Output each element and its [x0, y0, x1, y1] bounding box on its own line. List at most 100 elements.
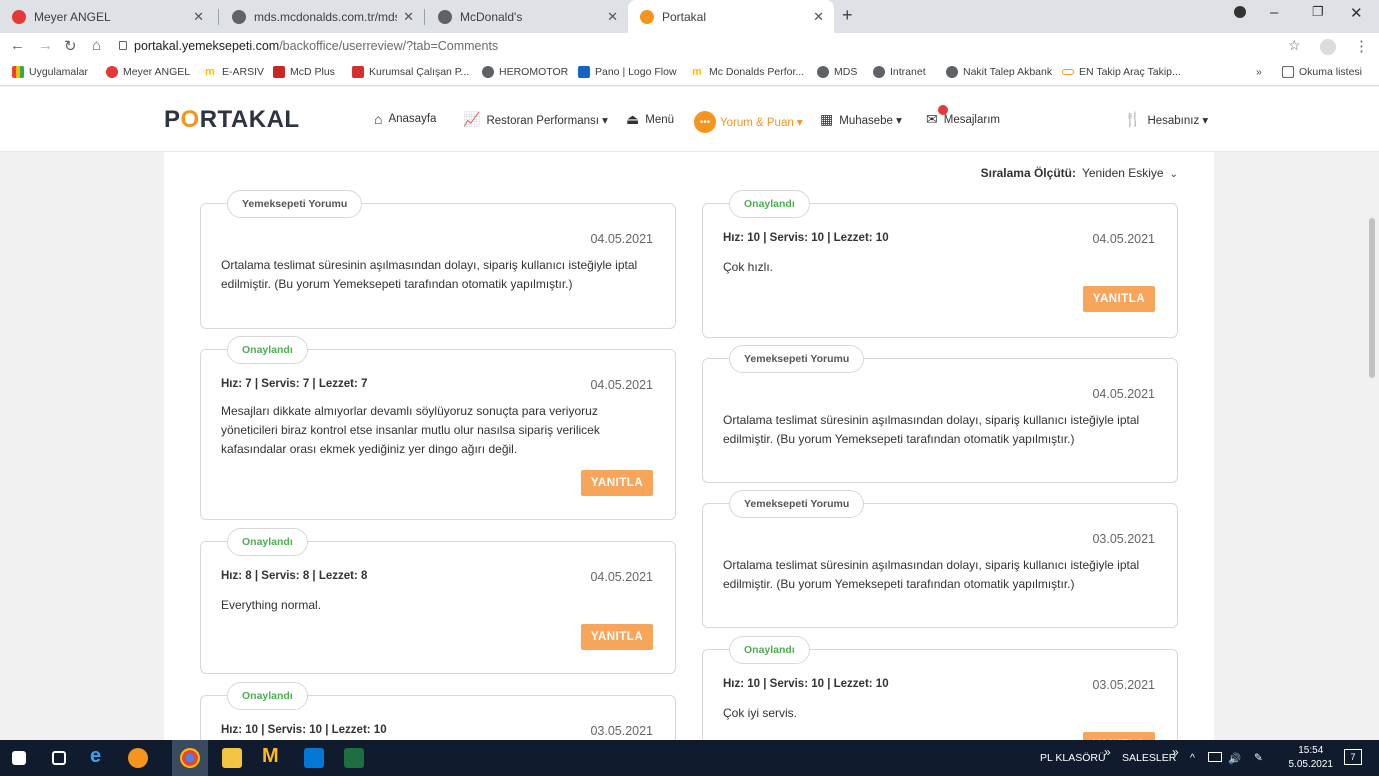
portakal-logo[interactable]: PORTAKAL	[164, 106, 300, 134]
reload-icon[interactable]: ↻	[64, 37, 77, 55]
profile-icon[interactable]	[1234, 6, 1246, 18]
reading-list-button[interactable]: Okuma listesi	[1282, 66, 1362, 78]
nav-label: Muhasebe ▾	[839, 114, 902, 127]
bookmark-akbank[interactable]: Nakit Talep Akbank	[946, 66, 1052, 78]
review-text: Ortalama teslimat süresinin aşılmasından…	[723, 413, 1140, 446]
task-view-icon[interactable]	[52, 751, 66, 765]
windows-start-icon[interactable]	[12, 751, 26, 765]
orange-icon	[640, 9, 654, 24]
taskbar-clock[interactable]: 15:54 5.05.2021	[1289, 744, 1334, 772]
lock-icon[interactable]	[119, 41, 127, 50]
bookmark-meyer[interactable]: Meyer ANGEL	[106, 66, 190, 78]
back-icon[interactable]: ←	[10, 37, 25, 54]
bookmark-heromotor[interactable]: HEROMOTOR	[482, 66, 568, 78]
excel-icon[interactable]	[344, 748, 364, 768]
review-text: Çok iyi servis.	[723, 706, 798, 720]
review-text: Ortalama teslimat süresinin aşılmasından…	[723, 558, 1140, 591]
bookmark-kurumsal[interactable]: Kurumsal Çalışan P...	[352, 66, 469, 78]
bookmark-apps[interactable]: Uygulamalar	[12, 66, 88, 78]
sort-dropdown[interactable]: Sıralama Ölçütü: Yeniden Eskiye ⌄	[981, 166, 1178, 180]
browser-toolbar: ← → ↻ ⌂ portakal.yemeksepeti.com/backoff…	[0, 33, 1379, 60]
reply-button[interactable]: YANITLA	[1083, 286, 1155, 312]
bookmark-pano[interactable]: Pano | Logo Flow	[578, 66, 677, 78]
notification-badge	[938, 105, 948, 115]
reading-list-icon	[1282, 66, 1294, 78]
review-card: Yemeksepeti Yorumu 04.05.2021 Ortalama t…	[200, 190, 676, 329]
nav-anasayfa[interactable]: ⌂ Anasayfa	[374, 111, 436, 127]
scrollbar-thumb[interactable]	[1369, 218, 1375, 378]
review-date: 03.05.2021	[1092, 678, 1155, 692]
close-icon[interactable]: ✕	[403, 9, 414, 25]
toolbar-chevron-icon[interactable]: »	[1172, 745, 1179, 759]
review-card: Onaylandı Hız: 7 | Servis: 7 | Lezzet: 7…	[200, 336, 676, 520]
bookmark-mcd-plus[interactable]: McD Plus	[273, 66, 335, 78]
notification-center-icon[interactable]: 7	[1344, 749, 1362, 765]
bookmark-en-takip[interactable]: EN Takip Araç Takip...	[1062, 66, 1181, 78]
browser-tab-mds[interactable]: mds.mcdonalds.com.tr/mds/(S(c ✕	[220, 0, 424, 33]
pen-icon[interactable]: ✎	[1254, 752, 1263, 764]
close-icon[interactable]: ✕	[607, 9, 618, 25]
reply-button[interactable]: YANITLA	[581, 470, 653, 496]
reply-button[interactable]: YANITLA	[581, 624, 653, 650]
bookmark-label: E-ARSIV	[222, 66, 265, 78]
windows-taskbar: e M PL KLASÖRÜ » SALESLER » ^ 🔊 ✎ 15:54 …	[0, 740, 1379, 776]
en-icon	[1062, 69, 1074, 75]
clock-date: 5.05.2021	[1288, 759, 1334, 770]
bookmark-mds[interactable]: MDS	[817, 66, 857, 78]
nav-restoran-performansi[interactable]: 📈 Restoran Performansı ▾	[463, 111, 608, 128]
globe-icon	[946, 66, 958, 78]
globe-icon	[817, 66, 829, 78]
taskbar-toolbar-pl-klasoru[interactable]: PL KLASÖRÜ	[1040, 752, 1106, 764]
bookmark-e-arsiv[interactable]: m E-ARSIV	[205, 66, 264, 78]
nav-hesabiniz[interactable]: 🍴 Hesabınız ▾	[1124, 111, 1208, 128]
outlook-icon[interactable]	[304, 748, 324, 768]
tray-up-arrow-icon[interactable]: ^	[1190, 752, 1195, 764]
account-icon[interactable]	[1320, 39, 1336, 55]
edge-icon[interactable]: e	[90, 745, 110, 767]
chrome-icon[interactable]	[180, 748, 200, 768]
network-icon[interactable]	[1208, 752, 1222, 762]
reply-button[interactable]: YANITLA	[1083, 732, 1155, 740]
toolbar-chevron-icon[interactable]: »	[1104, 745, 1111, 759]
menu-dots-icon[interactable]: ⋮	[1354, 37, 1369, 55]
review-status-badge: Onaylandı	[227, 528, 308, 556]
close-icon[interactable]: ✕	[813, 9, 824, 25]
mcdonalds-icon: m	[205, 66, 215, 78]
browser-tab-mcdonalds[interactable]: McDonald's ✕	[426, 0, 628, 33]
home-browser-icon[interactable]: ⌂	[92, 37, 101, 54]
bookmark-mcd-perf[interactable]: m Mc Donalds Perfor...	[692, 66, 804, 78]
review-text: Ortalama teslimat süresinin aşılmasından…	[221, 258, 638, 291]
minimize-icon[interactable]: –	[1270, 4, 1278, 21]
mail-icon: ✉	[926, 105, 948, 128]
orange-app-icon[interactable]	[128, 748, 148, 768]
tab-separator	[218, 9, 219, 25]
review-card: Yemeksepeti Yorumu 04.05.2021 Ortalama t…	[702, 345, 1178, 483]
bookmark-label: Intranet	[890, 66, 926, 78]
star-icon[interactable]: ☆	[1288, 37, 1301, 54]
new-tab-button[interactable]: +	[842, 5, 853, 26]
forward-icon[interactable]: →	[38, 37, 53, 54]
more-label: »	[1256, 66, 1262, 78]
nav-muhasebe[interactable]: ▦ Muhasebe ▾	[820, 111, 902, 128]
address-bar[interactable]: portakal.yemeksepeti.com/backoffice/user…	[134, 39, 498, 53]
mcdonalds-app-icon[interactable]: M	[262, 745, 282, 767]
review-date: 04.05.2021	[1092, 387, 1155, 401]
nav-yorum-puan[interactable]: ••• Yorum & Puan ▾	[694, 111, 803, 133]
bookmark-label: EN Takip Araç Takip...	[1079, 66, 1181, 78]
taskbar-toolbar-salesler[interactable]: SALESLER	[1122, 752, 1176, 764]
apps-icon	[12, 66, 24, 78]
page-scrollbar[interactable]	[1365, 152, 1379, 740]
volume-icon[interactable]: 🔊	[1228, 752, 1241, 765]
close-icon[interactable]: ✕	[193, 9, 204, 25]
comment-icon: •••	[694, 111, 716, 133]
browser-tab-portakal[interactable]: Portakal ✕	[628, 0, 834, 33]
restore-icon[interactable]: ❐	[1312, 4, 1324, 20]
window-close-icon[interactable]: ✕	[1350, 4, 1363, 22]
bookmark-intranet[interactable]: Intranet	[873, 66, 926, 78]
nav-menu[interactable]: ⏏ Menü	[626, 111, 674, 128]
browser-tab-meyer[interactable]: Meyer ANGEL ✕	[0, 0, 214, 33]
file-explorer-icon[interactable]	[222, 748, 242, 768]
nav-label: Anasayfa	[388, 113, 437, 125]
bookmarks-more-button[interactable]: »	[1256, 66, 1262, 78]
nav-mesajlarim[interactable]: ✉ Mesajlarım	[926, 105, 1000, 128]
